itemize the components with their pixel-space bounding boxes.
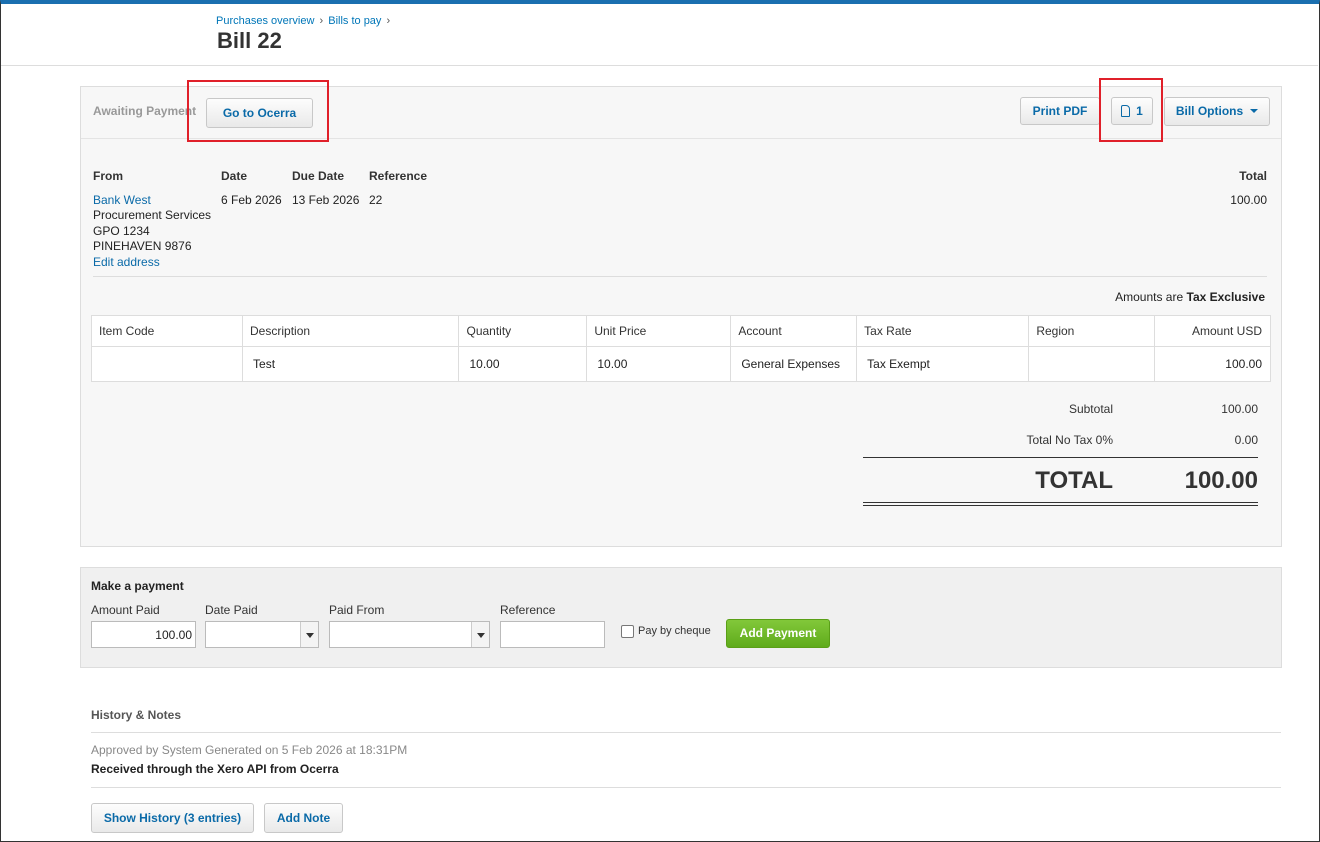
column-header: Amount USD — [1154, 315, 1271, 347]
amounts-mode-value: Tax Exclusive — [1186, 290, 1266, 304]
page-header: Purchases overview › Bills to pay › Bill… — [1, 4, 1318, 66]
from-label: From — [93, 169, 123, 183]
breadcrumb-separator: › — [386, 15, 391, 27]
due-date-label: Due Date — [292, 169, 345, 183]
status-label: Awaiting Payment — [93, 104, 197, 118]
contact-link[interactable]: Bank West — [93, 193, 151, 207]
date-value: 6 Feb 2026 — [221, 193, 282, 207]
amounts-mode: Amounts are Tax Exclusive — [1115, 290, 1265, 304]
line-items-table: Item Code Description Quantity Unit Pric… — [90, 315, 1271, 382]
edit-address-link[interactable]: Edit address — [93, 255, 160, 269]
chevron-down-icon[interactable] — [471, 622, 489, 647]
total-double-line — [863, 502, 1258, 503]
due-date-value: 13 Feb 2026 — [292, 193, 360, 207]
tax-label: Total No Tax 0% — [1026, 433, 1114, 447]
cell-item-code — [90, 346, 244, 382]
grand-total-value: 100.00 — [1184, 467, 1258, 494]
amount-paid-label: Amount Paid — [91, 603, 160, 617]
payment-reference-input[interactable] — [500, 621, 605, 648]
amounts-prefix: Amounts are — [1115, 290, 1184, 304]
date-paid-input[interactable] — [205, 621, 319, 648]
subtotal-label: Subtotal — [1068, 402, 1113, 416]
highlight-box — [187, 80, 329, 142]
table-row: Test 10.00 10.00 General Expenses Tax Ex… — [90, 346, 1271, 382]
bill-options-button[interactable]: Bill Options — [1164, 97, 1270, 126]
reference-value: 22 — [369, 193, 383, 207]
pay-by-cheque-label[interactable]: Pay by cheque — [638, 625, 711, 637]
payment-panel: Make a payment Amount Paid Date Paid Pai… — [80, 567, 1282, 668]
amount-paid-value: 100.00 — [155, 628, 192, 642]
cell-account: General Expenses — [730, 346, 858, 382]
column-header: Item Code — [90, 315, 244, 347]
breadcrumb: Purchases overview › Bills to pay › — [216, 15, 392, 27]
cell-region — [1028, 346, 1156, 382]
bill-options-label: Bill Options — [1175, 104, 1244, 118]
grand-total-label: TOTAL — [1035, 467, 1113, 494]
date-label: Date — [221, 169, 248, 183]
divider — [91, 787, 1281, 788]
column-header: Unit Price — [586, 315, 732, 347]
show-history-button[interactable]: Show History (3 entries) — [91, 803, 254, 833]
cell-quantity: 10.00 — [458, 346, 588, 382]
total-divider — [863, 457, 1258, 458]
column-header: Region — [1028, 315, 1156, 347]
subtotal-value: 100.00 — [1221, 402, 1258, 416]
cell-amount: 100.00 — [1154, 346, 1271, 382]
table-header-row: Item Code Description Quantity Unit Pric… — [90, 315, 1271, 347]
history-approved: Approved by System Generated on 5 Feb 20… — [91, 743, 408, 757]
total-value: 100.00 — [1230, 193, 1267, 207]
cell-description: Test — [242, 346, 460, 382]
cell-tax-rate: Tax Exempt — [856, 346, 1030, 382]
address-line-3: PINEHAVEN 9876 — [93, 239, 192, 253]
caret-down-icon — [1250, 109, 1259, 113]
column-header: Description — [242, 315, 460, 347]
pay-by-cheque-checkbox[interactable] — [621, 625, 634, 638]
cell-unit-price: 10.00 — [586, 346, 732, 382]
divider — [91, 732, 1281, 733]
address-line-1: Procurement Services — [93, 208, 212, 222]
highlight-box — [1099, 78, 1163, 142]
column-header: Account — [730, 315, 858, 347]
paid-from-label: Paid From — [329, 603, 385, 617]
chevron-down-icon[interactable] — [300, 622, 318, 647]
history-title: History & Notes — [91, 708, 182, 722]
paid-from-select[interactable] — [329, 621, 490, 648]
bill-panel: Awaiting Payment Go to Ocerra Print PDF … — [80, 86, 1282, 547]
tax-value: 0.00 — [1234, 433, 1258, 447]
page-title: Bill 22 — [217, 28, 282, 53]
payment-reference-label: Reference — [500, 603, 556, 617]
column-header: Tax Rate — [856, 315, 1030, 347]
amount-paid-input[interactable]: 100.00 — [91, 621, 196, 648]
reference-label: Reference — [369, 169, 428, 183]
breadcrumb-purchases-overview[interactable]: Purchases overview — [216, 15, 314, 27]
print-pdf-button[interactable]: Print PDF — [1020, 97, 1100, 125]
column-header: Quantity — [458, 315, 588, 347]
date-paid-label: Date Paid — [205, 603, 258, 617]
total-double-line — [863, 505, 1258, 506]
divider — [93, 276, 1267, 277]
address-line-2: GPO 1234 — [93, 224, 150, 238]
total-label: Total — [1239, 169, 1267, 183]
payment-title: Make a payment — [91, 579, 184, 593]
breadcrumb-bills-to-pay[interactable]: Bills to pay — [328, 15, 381, 27]
breadcrumb-separator: › — [319, 15, 324, 27]
history-note: Received through the Xero API from Ocerr… — [91, 762, 339, 776]
add-note-button[interactable]: Add Note — [264, 803, 343, 833]
add-payment-button[interactable]: Add Payment — [726, 619, 830, 648]
